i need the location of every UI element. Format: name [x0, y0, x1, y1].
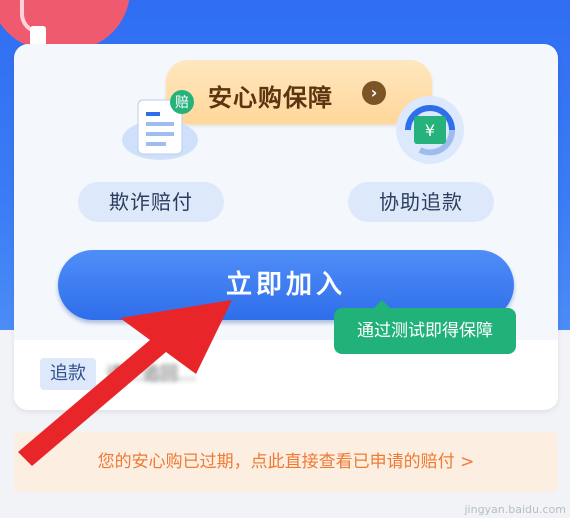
currency-label: ¥ [425, 121, 435, 140]
expired-notice-link[interactable]: 您的安心购已过期，点此直接查看已申请的赔付 > [14, 432, 558, 492]
mascot-illustration [0, 0, 130, 50]
feature-assist-recovery[interactable]: ¥ 协助追款 [348, 90, 498, 230]
feature-fraud-compensation[interactable]: 赔 欺诈赔付 [78, 90, 228, 230]
money-refresh-icon: ¥ [396, 96, 464, 164]
document-compensation-icon: 赔 [122, 90, 198, 160]
badge-tag-icon [30, 26, 46, 46]
feature-label: 协助追款 [348, 182, 494, 222]
watermark: jingyan.baidu.com [464, 503, 566, 516]
badge-label: 赔 [175, 95, 189, 111]
test-guarantee-tooltip: 通过测试即得保障 [334, 300, 516, 354]
feature-label: 欺诈赔付 [78, 182, 224, 222]
recovery-chip: 追款 [40, 358, 96, 390]
blurred-row-text: 请…追回… [106, 364, 196, 385]
